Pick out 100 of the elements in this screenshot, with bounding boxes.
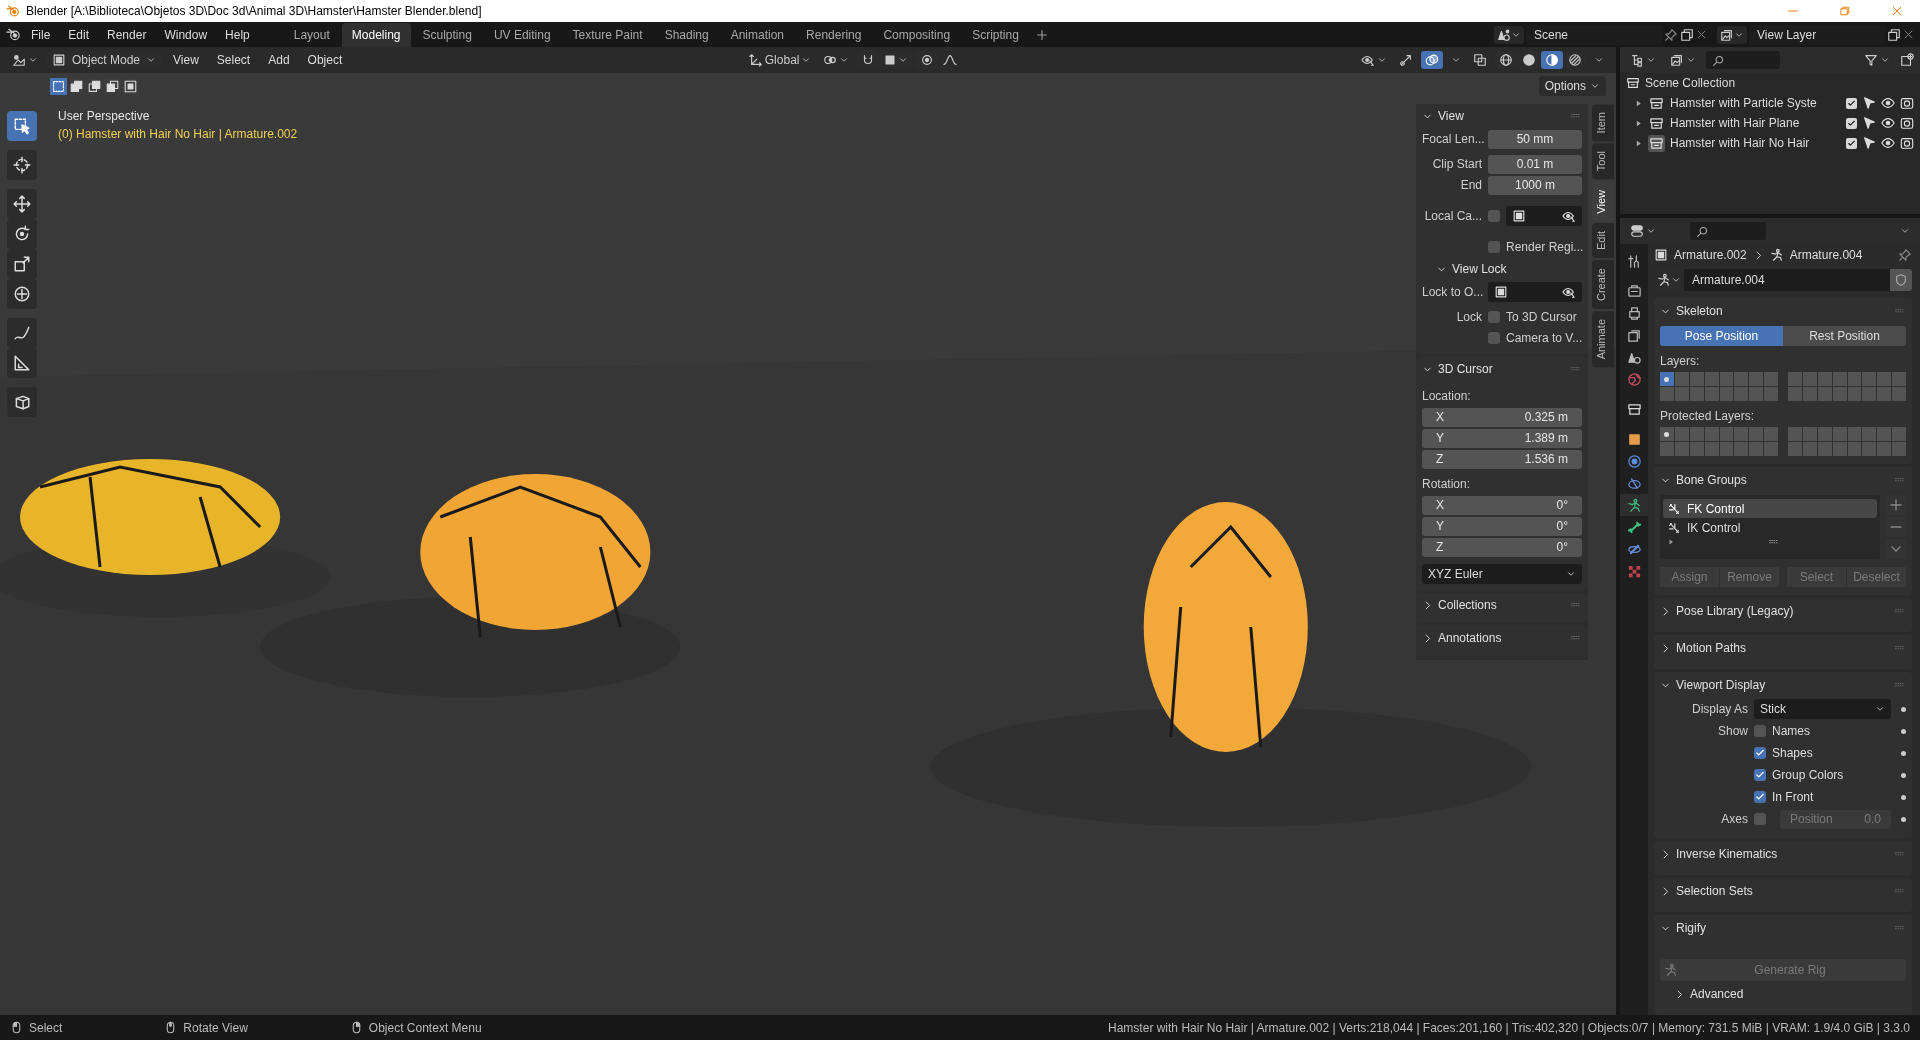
layer-toggle[interactable]: [1719, 372, 1734, 386]
layer-toggle[interactable]: [1689, 442, 1704, 456]
checkbox[interactable]: [1754, 769, 1766, 781]
layer-toggle[interactable]: [1749, 442, 1764, 456]
layer-toggle[interactable]: [1719, 427, 1734, 441]
panel-header[interactable]: View: [1422, 104, 1582, 128]
pointer-icon[interactable]: [1862, 96, 1876, 110]
workspace-tab[interactable]: Texture Paint: [562, 23, 653, 47]
layer-toggle[interactable]: [1689, 387, 1704, 401]
overlays-toggle[interactable]: [1421, 51, 1443, 69]
layer-toggle[interactable]: [1892, 372, 1906, 386]
layer-toggle[interactable]: [1877, 387, 1892, 401]
layer-toggle[interactable]: [1660, 372, 1674, 386]
layer-toggle[interactable]: [1788, 427, 1802, 441]
expand-icon[interactable]: [1667, 538, 1675, 546]
tool-button[interactable]: [7, 111, 37, 141]
orientation-dropdown[interactable]: Global: [744, 51, 816, 69]
copy-icon[interactable]: [1680, 27, 1694, 42]
camera-icon[interactable]: [1900, 136, 1914, 150]
list-item[interactable]: IK Control: [1663, 518, 1877, 537]
layer-toggle[interactable]: [1847, 442, 1862, 456]
camera-icon[interactable]: [1900, 116, 1914, 130]
panel-header[interactable]: 3D Cursor: [1422, 357, 1582, 381]
workspace-tab[interactable]: Scripting: [962, 23, 1029, 47]
menu-item[interactable]: Select: [209, 51, 258, 69]
number-field[interactable]: Z 1.536 m: [1422, 449, 1582, 469]
workspace-tab[interactable]: Shading: [654, 23, 719, 47]
layer-toggle[interactable]: [1817, 427, 1832, 441]
number-field[interactable]: X 0°: [1422, 495, 1582, 515]
panel-header[interactable]: View Lock: [1422, 257, 1582, 281]
search-field[interactable]: [1706, 51, 1780, 69]
tool-button[interactable]: [7, 150, 37, 180]
checkbox[interactable]: [1754, 747, 1766, 759]
menu-item[interactable]: Edit: [60, 24, 98, 45]
layer-toggle[interactable]: [1862, 442, 1877, 456]
eye-icon[interactable]: [1881, 116, 1895, 130]
pointer-icon[interactable]: [1862, 136, 1876, 150]
layer-toggle[interactable]: [1734, 442, 1749, 456]
position-toggle[interactable]: Pose Position: [1660, 326, 1783, 346]
eye-icon[interactable]: [1881, 96, 1895, 110]
rotation-mode-dropdown[interactable]: XYZ Euler: [1422, 564, 1582, 584]
tool-button[interactable]: [7, 279, 37, 309]
panel-header[interactable]: Annotations: [1422, 626, 1582, 650]
sidebar-tab[interactable]: Tool: [1592, 143, 1614, 180]
close-icon[interactable]: [1696, 29, 1707, 40]
menu-item[interactable]: View: [166, 51, 206, 69]
layer-toggle[interactable]: [1764, 427, 1778, 441]
pin-icon[interactable]: [1664, 27, 1678, 42]
sidebar-tab[interactable]: Animate: [1592, 311, 1614, 368]
layer-toggle[interactable]: [1892, 442, 1906, 456]
menu-item[interactable]: Window: [156, 24, 216, 45]
layer-toggle[interactable]: [1892, 387, 1906, 401]
expand-toggle-icon[interactable]: [1634, 98, 1643, 108]
list-item[interactable]: FK Control: [1663, 499, 1877, 518]
properties-tab[interactable]: [1620, 494, 1648, 516]
workspace-tab[interactable]: Rendering: [796, 23, 872, 47]
copy-icon[interactable]: [1887, 27, 1901, 42]
pin-icon[interactable]: [1898, 248, 1912, 262]
layer-toggle[interactable]: [1817, 387, 1832, 401]
tree-item[interactable]: Scene Collection: [1645, 76, 1914, 90]
layer-toggle[interactable]: [1847, 427, 1862, 441]
tree-item[interactable]: Hamster with Hair Plane: [1670, 116, 1841, 130]
keyframe-dot-icon[interactable]: [1901, 706, 1906, 712]
panel-header[interactable]: Bone Groups: [1660, 467, 1906, 493]
layer-toggle[interactable]: [1802, 372, 1817, 386]
keyframe-dot-icon[interactable]: [1901, 816, 1906, 822]
layer-toggle[interactable]: [1719, 387, 1734, 401]
workspace-tab[interactable]: Modeling: [341, 23, 411, 47]
checkbox[interactable]: [1488, 311, 1500, 323]
panel-header[interactable]: Rigify: [1660, 915, 1906, 941]
layer-toggle[interactable]: [1862, 372, 1877, 386]
checkbox[interactable]: [1846, 97, 1857, 109]
scene-name-field[interactable]: Scene: [1526, 24, 1662, 45]
layer-toggle[interactable]: [1832, 442, 1847, 456]
new-collection-icon[interactable]: [1900, 53, 1914, 67]
position-toggle[interactable]: Rest Position: [1783, 326, 1906, 346]
number-field[interactable]: 0.01 m: [1488, 154, 1582, 174]
layer-toggle[interactable]: [1704, 427, 1719, 441]
layer-toggle[interactable]: [1749, 387, 1764, 401]
expand-toggle-icon[interactable]: [1634, 118, 1643, 128]
layer-toggle[interactable]: [1847, 372, 1862, 386]
menu-item[interactable]: Render: [99, 24, 155, 45]
layer-toggle[interactable]: [1877, 372, 1892, 386]
workspace-tab[interactable]: Animation: [720, 23, 795, 47]
layer-toggle[interactable]: [1689, 427, 1704, 441]
layer-toggle[interactable]: [1832, 387, 1847, 401]
layer-toggle[interactable]: [1877, 427, 1892, 441]
workspace-tab[interactable]: Layout: [283, 23, 340, 47]
panel-header[interactable]: Skeleton: [1660, 298, 1906, 324]
layer-toggle[interactable]: [1788, 387, 1802, 401]
layer-toggle[interactable]: [1862, 427, 1877, 441]
layer-toggle[interactable]: [1660, 427, 1674, 441]
panel-header[interactable]: Collections: [1422, 593, 1582, 617]
sidebar-tab[interactable]: Create: [1592, 260, 1614, 310]
layer-toggle[interactable]: [1674, 387, 1689, 401]
checkbox[interactable]: [1754, 725, 1766, 737]
layer-toggle[interactable]: [1802, 442, 1817, 456]
add-workspace-icon[interactable]: [1034, 27, 1049, 42]
sidebar-tab[interactable]: Item: [1592, 104, 1614, 142]
checkbox[interactable]: [1754, 813, 1766, 825]
